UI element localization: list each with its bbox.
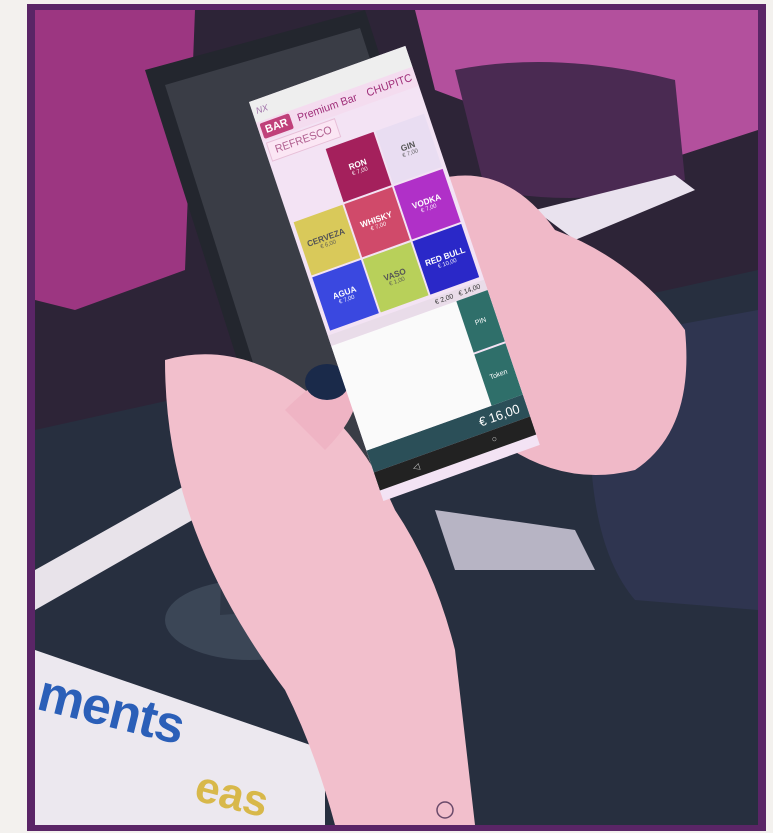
- pos-logo: NX: [254, 102, 270, 116]
- home-icon[interactable]: ○: [490, 433, 499, 445]
- back-icon[interactable]: ◁: [411, 461, 421, 474]
- photo: ments eas NX BAR Premium Bar CHUPITC ≡ R…: [35, 10, 758, 825]
